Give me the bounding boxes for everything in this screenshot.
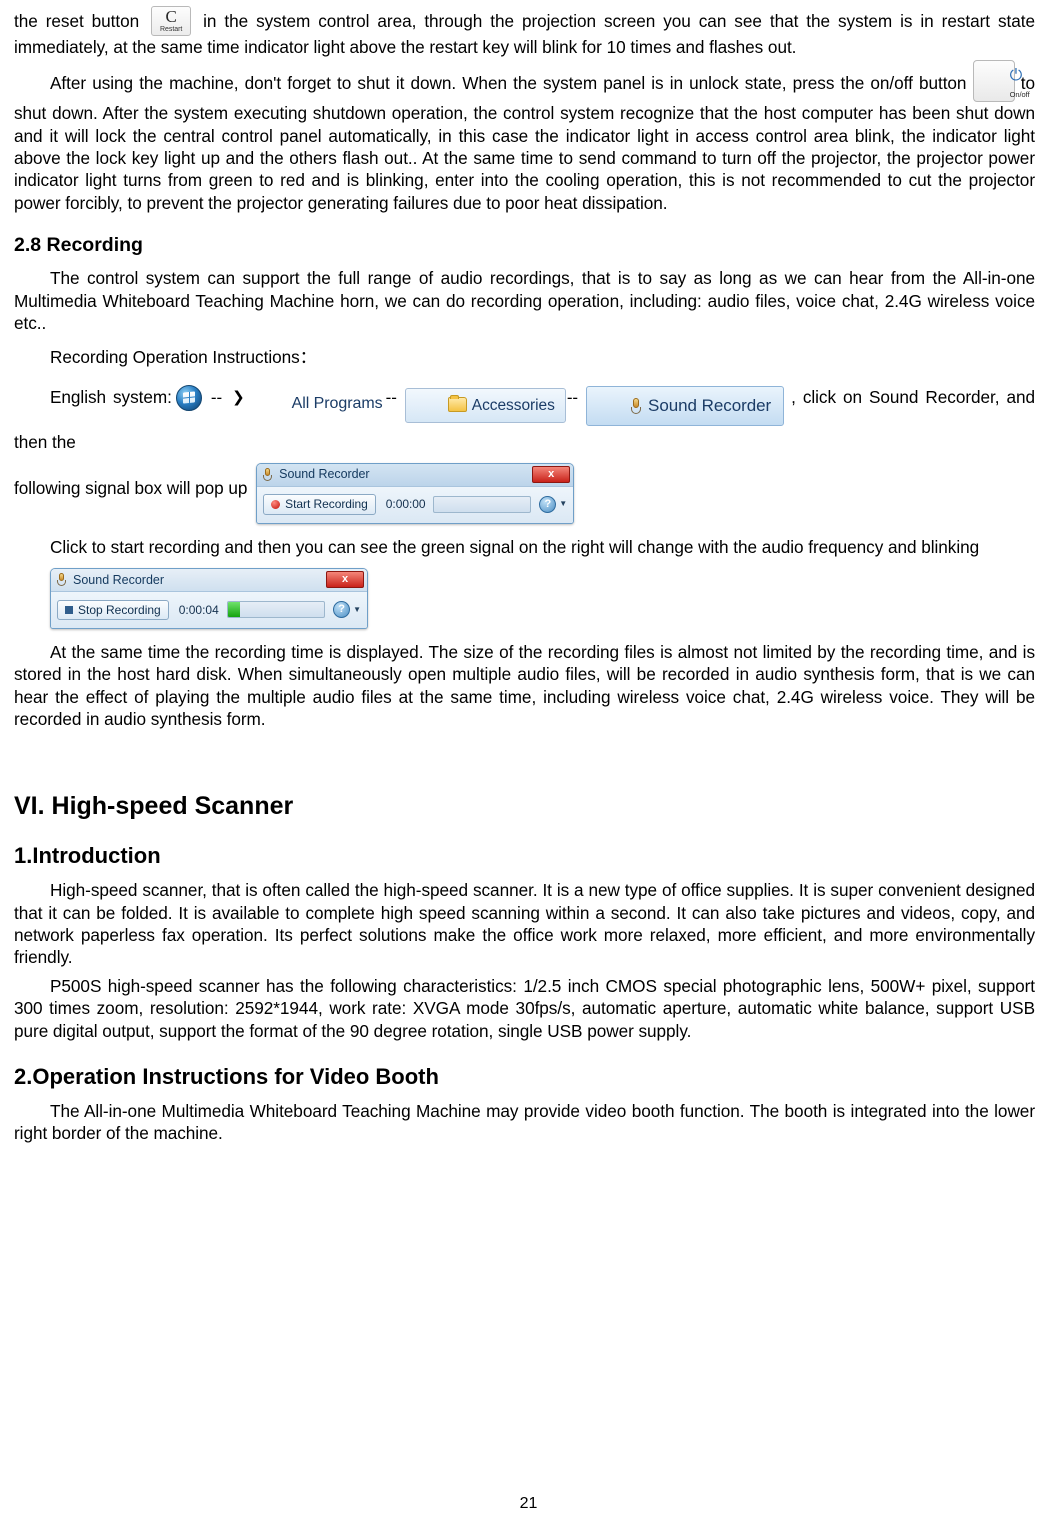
separator-dash-1: -- <box>210 387 223 407</box>
separator-dash-2: -- <box>385 387 397 407</box>
help-icon: ? <box>539 496 557 514</box>
shutdown-text-part2: to shut down. After the system executing… <box>14 73 1035 213</box>
sr-idle-level-meter <box>433 496 532 514</box>
video-booth-text: The All-in-one Multimedia Whiteboard Tea… <box>14 1100 1035 1144</box>
start-recording-button[interactable]: Start Recording <box>263 493 376 516</box>
click-to-start-text: Click to start recording and then you ca… <box>50 536 980 557</box>
restart-button-icon: C Restart <box>151 6 192 36</box>
sound-recorder-menu-item: Sound Recorder <box>586 385 785 426</box>
separator-dash-3: -- <box>566 387 579 407</box>
heading-high-speed-scanner: VI. High-speed Scanner <box>14 792 294 821</box>
sr-rec-body: Stop Recording 0:00:04 ? ▼ <box>51 591 367 628</box>
mic-base <box>57 580 66 587</box>
same-time-text: At the same time the recording time is d… <box>14 641 1035 729</box>
paragraph-intro-2: P500S high-speed scanner has the followi… <box>14 975 1035 1042</box>
windows-start-orb-icon <box>172 384 210 411</box>
sr-idle-title-mic-icon <box>263 468 273 482</box>
intro-p1-text: High-speed scanner, that is often called… <box>14 880 1035 968</box>
power-glyph: ⏻ <box>1009 65 1023 85</box>
intro-p2-text: P500S high-speed scanner has the followi… <box>14 975 1035 1041</box>
sr-idle-title: Sound Recorder <box>279 467 370 482</box>
paragraph-reset-button: the reset button C Restart in the system… <box>14 6 1035 58</box>
sound-recorder-recording-container: Sound Recorder x Stop Recording 0:00:04 … <box>14 567 1035 629</box>
sr-idle-timecode: 0:00:00 <box>385 496 426 511</box>
paragraph-same-time: At the same time the recording time is d… <box>14 641 1035 730</box>
sr-idle-titlebar: Sound Recorder x <box>257 463 574 487</box>
mic-base <box>631 406 642 414</box>
shutdown-text-part1: After using the machine, don't forget to… <box>50 73 967 94</box>
paragraph-click-to-start: Click to start recording and then you ca… <box>14 536 1035 558</box>
paragraph-intro-1: High-speed scanner, that is often called… <box>14 879 1035 968</box>
help-icon: ? <box>333 601 351 619</box>
stop-square-icon <box>65 605 73 614</box>
sr-rec-title-mic-icon <box>57 573 67 587</box>
page-number: 21 <box>519 1495 538 1512</box>
start-recording-label: Start Recording <box>285 496 368 511</box>
microphone-icon <box>630 397 642 415</box>
folder-icon <box>447 394 467 412</box>
mic-base <box>263 475 273 482</box>
close-icon[interactable]: x <box>326 570 364 588</box>
paragraph-popup-lead: following signal box will pop up Sound R… <box>14 462 1035 524</box>
page-content: the reset button C Restart in the system… <box>0 0 1057 1145</box>
sr-rec-level-meter <box>226 601 326 619</box>
english-system-label: English system: <box>50 386 172 407</box>
help-button[interactable]: ? ▼ <box>539 496 568 514</box>
sound-recorder-window-idle: Sound Recorder x Start Recording 0:00:00… <box>256 462 575 524</box>
chevron-down-icon: ▼ <box>353 605 361 615</box>
onoff-button-icon: ⏻ On/off <box>972 60 1030 103</box>
sound-recorder-label: Sound Recorder <box>648 395 772 415</box>
sr-idle-body: Start Recording 0:00:00 ? ▼ <box>257 486 574 523</box>
accessories-menu-item: Accessories <box>404 387 566 424</box>
recording-intro-text: The control system can support the full … <box>14 268 1035 333</box>
sr-rec-title: Sound Recorder <box>73 572 165 587</box>
stop-recording-button[interactable]: Stop Recording <box>57 599 169 620</box>
paragraph-english-system: English system: -- ❯ All Programs -- Acces… <box>14 381 1035 459</box>
reset-button-text-part1: the reset button <box>14 11 140 31</box>
help-button[interactable]: ? ▼ <box>333 601 361 619</box>
level-fill <box>227 602 241 618</box>
paragraph-shutdown: After using the machine, don't forget to… <box>14 60 1035 214</box>
heading-operation-instructions: 2.Operation Instructions for Video Booth <box>14 1063 439 1089</box>
restart-label: Restart <box>160 25 183 33</box>
paragraph-video-booth: The All-in-one Multimedia Whiteboard Tea… <box>14 1100 1035 1145</box>
all-programs-label: All Programs <box>291 394 383 412</box>
heading-introduction: 1.Introduction <box>14 843 161 869</box>
popup-lead-text: following signal box will pop up <box>14 477 248 498</box>
paragraph-recording-intro: The control system can support the full … <box>14 267 1035 334</box>
record-dot-icon <box>271 500 281 510</box>
sr-rec-timecode: 0:00:04 <box>178 602 219 617</box>
heading-recording: 2.8 Recording <box>14 234 143 257</box>
document-page: the reset button C Restart in the system… <box>0 0 1057 1529</box>
chevron-right-icon: ❯ <box>232 387 245 406</box>
accessories-label: Accessories <box>471 396 555 414</box>
sound-recorder-window-recording: Sound Recorder x Stop Recording 0:00:04 … <box>50 567 368 629</box>
stop-recording-label: Stop Recording <box>78 602 161 617</box>
sr-rec-titlebar: Sound Recorder x <box>51 568 367 592</box>
windows-flag-icon <box>182 390 195 404</box>
recording-ops-label-text: Recording Operation Instructions： <box>50 347 317 368</box>
close-icon[interactable]: x <box>532 465 571 483</box>
chevron-down-icon: ▼ <box>559 499 568 509</box>
onoff-label: On/off <box>1009 89 1030 99</box>
paragraph-recording-ops-label: Recording Operation Instructions： <box>14 346 1035 368</box>
